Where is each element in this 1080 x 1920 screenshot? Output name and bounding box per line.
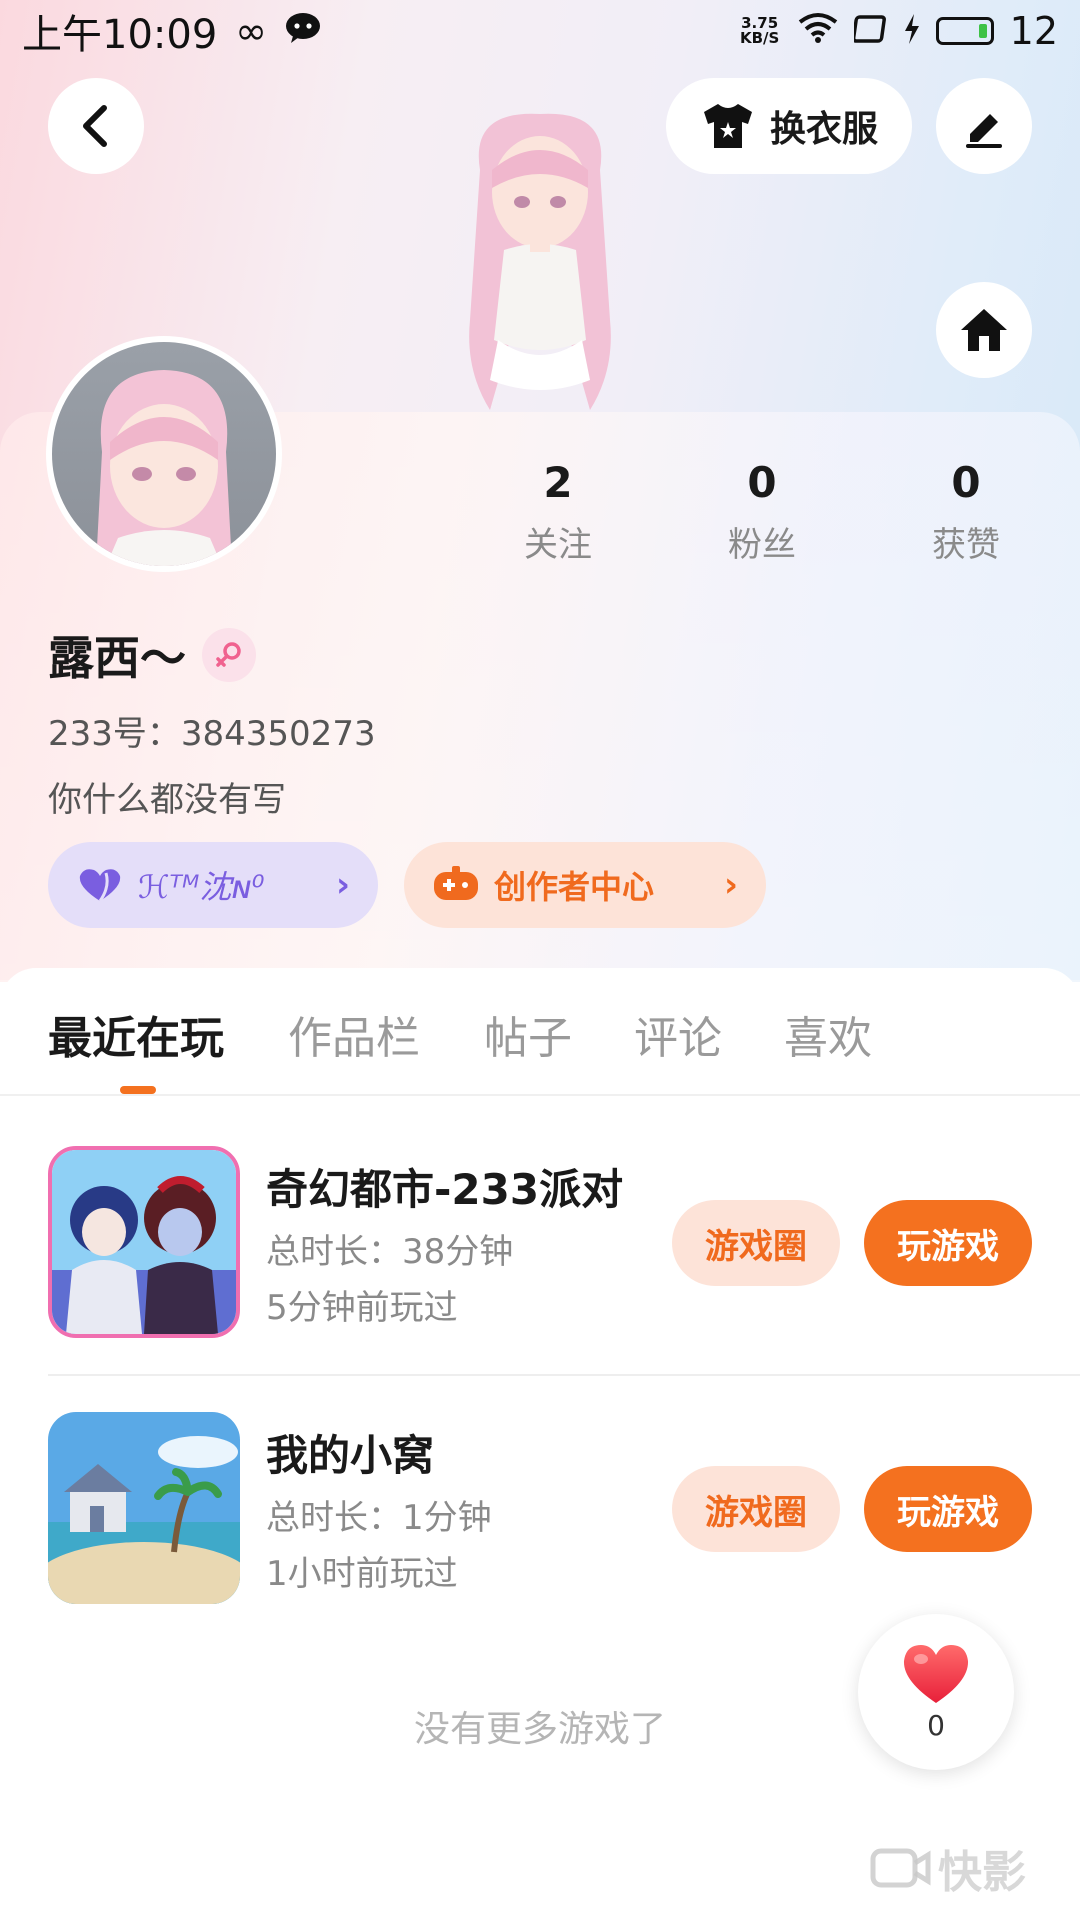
user-bio: 你什么都没有写: [48, 780, 286, 820]
female-gender-icon: [202, 628, 256, 682]
video-camera-icon: [870, 1848, 931, 1888]
avatar-3d-character[interactable]: [440, 110, 640, 420]
change-outfit-label: 换衣服: [769, 109, 878, 150]
user-id: 233号：384350273: [48, 714, 376, 754]
list-divider: [48, 1374, 1080, 1376]
back-button[interactable]: [48, 78, 144, 174]
game-duration: 总时长：1分钟: [266, 1498, 492, 1538]
like-count: 0: [927, 1708, 945, 1742]
chat-bubble-icon: [285, 9, 321, 53]
badge-label: ℋᵀᴹ沈ɴ⁰: [138, 868, 265, 906]
infinity-icon: ∞: [235, 9, 267, 53]
chevron-right-icon: ›: [335, 865, 350, 905]
active-tab-indicator: [120, 1086, 156, 1094]
floating-like-button[interactable]: 0: [858, 1614, 1014, 1770]
username-row: 露西～: [48, 622, 256, 688]
profile-avatar[interactable]: [46, 336, 282, 572]
heart-badge-icon: [79, 869, 121, 902]
watermark: 快影: [870, 1836, 1026, 1900]
tab-recently-played[interactable]: 最近在玩: [48, 1002, 224, 1066]
game-last-played: 5分钟前玩过: [266, 1288, 458, 1328]
profile-tabs: 最近在玩 作品栏 帖子 评论 喜欢: [0, 968, 1080, 1096]
chevron-left-icon: [83, 105, 107, 147]
likes-label: 获赞: [932, 525, 1000, 565]
home-icon: [961, 309, 1007, 351]
screen-rotate-icon: [851, 9, 888, 53]
following-label: 关注: [524, 525, 592, 565]
gamepad-icon: [434, 866, 478, 900]
game-list-item[interactable]: 我的小窝 总时长：1分钟 1小时前玩过 游戏圈 玩游戏: [48, 1412, 1048, 1608]
game-circle-button[interactable]: 游戏圈: [672, 1466, 840, 1552]
game-icon[interactable]: [48, 1146, 240, 1338]
network-speed: 3.75 KB/S: [739, 14, 780, 47]
game-title: 奇幻都市-233派对: [266, 1165, 624, 1214]
game-list-item[interactable]: 奇幻都市-233派对 总时长：38分钟 5分钟前玩过 游戏圈 玩游戏: [48, 1146, 1048, 1342]
game-last-played: 1小时前玩过: [266, 1554, 458, 1594]
game-circle-button[interactable]: 游戏圈: [672, 1200, 840, 1286]
play-game-button[interactable]: 玩游戏: [864, 1200, 1032, 1286]
pencil-icon: [966, 114, 1002, 148]
tshirt-icon: [703, 104, 752, 148]
badge-pill[interactable]: ℋᵀᴹ沈ɴ⁰ ›: [48, 842, 378, 928]
status-bar: 上午10:09 ∞ 3.75 KB/S 12: [0, 0, 1080, 62]
tab-posts[interactable]: 帖子: [484, 1002, 572, 1066]
likes-stat[interactable]: 0 获赞: [896, 458, 1036, 566]
game-duration: 总时长：38分钟: [266, 1232, 514, 1272]
tab-works[interactable]: 作品栏: [288, 1002, 420, 1066]
change-outfit-button[interactable]: 换衣服: [666, 78, 912, 174]
creator-center-button[interactable]: 创作者中心 ›: [404, 842, 766, 928]
status-time: 上午10:09: [22, 12, 218, 58]
charging-icon: [904, 9, 920, 53]
play-game-button[interactable]: 玩游戏: [864, 1466, 1032, 1552]
likes-count: 0: [951, 458, 981, 507]
tab-comments[interactable]: 评论: [634, 1002, 722, 1066]
wifi-icon: [798, 9, 838, 53]
heart-icon: [903, 1644, 969, 1703]
creator-center-label: 创作者中心: [494, 868, 655, 906]
following-stat[interactable]: 2 关注: [488, 458, 628, 566]
chevron-right-icon: ›: [723, 865, 738, 905]
followers-label: 粉丝: [728, 525, 796, 565]
following-count: 2: [543, 458, 573, 507]
game-icon[interactable]: [48, 1412, 240, 1604]
edit-profile-button[interactable]: [936, 78, 1032, 174]
battery-icon: [935, 17, 994, 45]
home-button[interactable]: [936, 282, 1032, 378]
tab-likes[interactable]: 喜欢: [784, 1002, 872, 1066]
username: 露西～: [48, 631, 186, 685]
followers-stat[interactable]: 0 粉丝: [692, 458, 832, 566]
watermark-text: 快影: [938, 1847, 1026, 1898]
game-title: 我的小窝: [266, 1431, 435, 1480]
followers-count: 0: [747, 458, 777, 507]
battery-level: 12: [1009, 9, 1058, 53]
